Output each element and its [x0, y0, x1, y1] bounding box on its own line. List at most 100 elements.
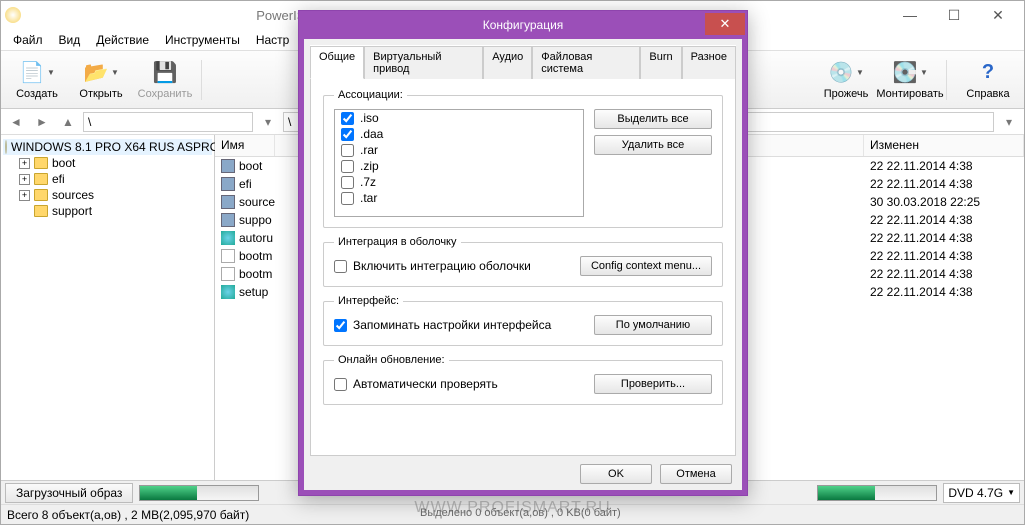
- mount-button[interactable]: 💽▼ Монтировать: [878, 54, 942, 106]
- assoc-checkbox[interactable]: [341, 176, 354, 189]
- config-dialog: Конфигурация ✕ Общие Виртуальный привод …: [298, 10, 748, 496]
- tree-sidebar: WINDOWS 8.1 PRO X64 RUS ASPRO + boot + efi…: [1, 135, 215, 480]
- usage-progress: [139, 485, 259, 501]
- assoc-item[interactable]: .zip: [335, 158, 583, 174]
- associations-list[interactable]: .iso .daa.rar.zip .7z.tar: [334, 109, 584, 217]
- file-name: setup: [239, 285, 268, 299]
- menu-settings[interactable]: Настр: [248, 31, 298, 49]
- assoc-item[interactable]: .daa: [335, 126, 583, 142]
- col-modified[interactable]: Изменен: [864, 135, 1024, 156]
- tree-item[interactable]: +sources: [3, 187, 212, 203]
- tree-root[interactable]: WINDOWS 8.1 PRO X64 RUS ASPRO: [3, 139, 212, 155]
- tree-item[interactable]: support: [3, 203, 212, 219]
- app-icon: [5, 7, 21, 23]
- tree-path-input[interactable]: [83, 112, 253, 132]
- folder-icon: [34, 205, 48, 217]
- expand-icon[interactable]: +: [19, 158, 30, 169]
- assoc-ext: .7z: [360, 175, 376, 189]
- assoc-checkbox[interactable]: [341, 112, 354, 125]
- toolbar-separator: [946, 60, 952, 100]
- expand-icon[interactable]: +: [19, 174, 30, 185]
- assoc-item[interactable]: .iso: [335, 110, 583, 126]
- menu-view[interactable]: Вид: [51, 31, 89, 49]
- file-modified: 22 22.11.2014 4:38: [864, 249, 1024, 263]
- assoc-checkbox[interactable]: [341, 144, 354, 157]
- total-info: Всего 8 объект(а,ов) , 2 MB(2,095,970 ба…: [7, 508, 249, 522]
- file-name: bootm: [239, 267, 272, 281]
- assoc-ext: .iso: [360, 111, 379, 125]
- cancel-button[interactable]: Отмена: [660, 464, 732, 484]
- menu-action[interactable]: Действие: [88, 31, 157, 49]
- tab-virtual[interactable]: Виртуальный привод: [364, 46, 483, 79]
- config-tabs: Общие Виртуальный привод Аудио Файловая …: [310, 45, 736, 78]
- burn-button[interactable]: 💿▼ Прожечь: [814, 54, 878, 106]
- remember-settings-checkbox[interactable]: Запоминать настройки интерфейса: [334, 318, 551, 332]
- assoc-checkbox[interactable]: [341, 192, 354, 205]
- assoc-ext: .zip: [360, 159, 379, 173]
- tab-burn[interactable]: Burn: [640, 46, 681, 79]
- assoc-checkbox[interactable]: [341, 160, 354, 173]
- config-context-menu-button[interactable]: Config context menu...: [580, 256, 712, 276]
- tree-label: efi: [52, 172, 65, 186]
- tab-general[interactable]: Общие: [310, 46, 364, 79]
- select-all-button[interactable]: Выделить все: [594, 109, 712, 129]
- file-icon: [221, 249, 235, 263]
- ok-button[interactable]: OK: [580, 464, 652, 484]
- file-modified: 22 22.11.2014 4:38: [864, 267, 1024, 281]
- menu-file[interactable]: Файл: [5, 31, 51, 49]
- save-button[interactable]: 💾 Сохранить: [133, 54, 197, 106]
- remove-all-button[interactable]: Удалить все: [594, 135, 712, 155]
- shell-enable-checkbox[interactable]: Включить интеграцию оболочки: [334, 259, 531, 273]
- toolbar-separator: [201, 60, 207, 100]
- file-modified: 22 22.11.2014 4:38: [864, 177, 1024, 191]
- open-button[interactable]: 📂▼ Открыть: [69, 54, 133, 106]
- forward-button[interactable]: ►: [31, 112, 53, 132]
- file-icon: [221, 177, 235, 191]
- dialog-titlebar[interactable]: Конфигурация ✕: [299, 11, 747, 39]
- usage-progress-2: [817, 485, 937, 501]
- assoc-ext: .daa: [360, 127, 383, 141]
- tree-item[interactable]: + efi: [3, 171, 212, 187]
- dialog-title: Конфигурация: [483, 18, 564, 32]
- file-modified: 22 22.11.2014 4:38: [864, 213, 1024, 227]
- assoc-item[interactable]: .tar: [335, 190, 583, 206]
- associations-fieldset: Ассоциации: .iso .daa.rar.zip .7z.tar Выде…: [323, 89, 723, 228]
- interface-fieldset: Интерфейс: Запоминать настройки интерфей…: [323, 295, 723, 346]
- col-name[interactable]: Имя: [215, 135, 275, 156]
- update-legend: Онлайн обновление:: [334, 354, 449, 366]
- tree-label: boot: [52, 156, 75, 170]
- tree-label: support: [52, 204, 92, 218]
- file-icon: [221, 195, 235, 209]
- file-modified: 22 22.11.2014 4:38: [864, 285, 1024, 299]
- tab-misc[interactable]: Разное: [682, 46, 736, 79]
- file-name: efi: [239, 177, 252, 191]
- minimize-button[interactable]: —: [888, 4, 932, 26]
- maximize-button[interactable]: ☐: [932, 4, 976, 26]
- up-button[interactable]: ▲: [57, 112, 79, 132]
- disc-size-combo[interactable]: DVD 4.7G▼: [943, 483, 1020, 503]
- assoc-item[interactable]: .7z: [335, 174, 583, 190]
- create-button[interactable]: 📄▼ Создать: [5, 54, 69, 106]
- tree-item[interactable]: + boot: [3, 155, 212, 171]
- path-dropdown[interactable]: ▾: [257, 112, 279, 132]
- associations-legend: Ассоциации:: [334, 89, 407, 101]
- boot-image-button[interactable]: Загрузочный образ: [5, 483, 133, 503]
- tab-filesystem[interactable]: Файловая система: [532, 46, 640, 79]
- folder-icon: [34, 173, 48, 185]
- defaults-button[interactable]: По умолчанию: [594, 315, 712, 335]
- expand-icon[interactable]: +: [19, 190, 30, 201]
- file-icon: [221, 159, 235, 173]
- check-now-button[interactable]: Проверить...: [594, 374, 712, 394]
- close-button[interactable]: ✕: [976, 4, 1020, 26]
- auto-check-checkbox[interactable]: Автоматически проверять: [334, 377, 498, 391]
- menu-tools[interactable]: Инструменты: [157, 31, 248, 49]
- dialog-close-button[interactable]: ✕: [705, 13, 745, 35]
- assoc-checkbox[interactable]: [341, 128, 354, 141]
- path-dropdown[interactable]: ▾: [998, 112, 1020, 132]
- tab-audio[interactable]: Аудио: [483, 46, 532, 79]
- assoc-item[interactable]: .rar: [335, 142, 583, 158]
- file-icon: [221, 285, 235, 299]
- help-button[interactable]: ? Справка: [956, 54, 1020, 106]
- file-icon: [221, 231, 235, 245]
- back-button[interactable]: ◄: [5, 112, 27, 132]
